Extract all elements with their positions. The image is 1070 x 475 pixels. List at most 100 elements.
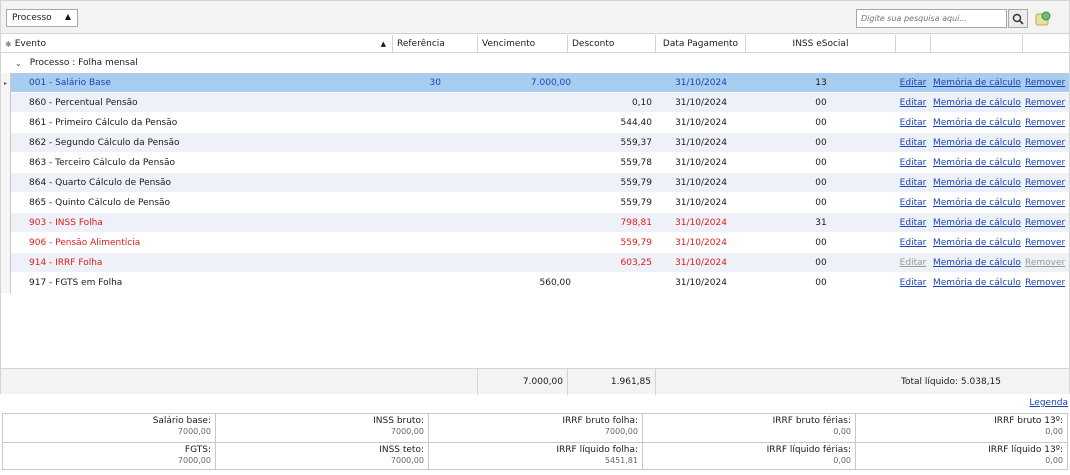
memoria-calculo-link[interactable]: Memória de cálculo	[933, 253, 1023, 273]
edit-link[interactable]: Editar	[898, 153, 928, 173]
edit-link[interactable]: Editar	[898, 253, 928, 273]
remove-link[interactable]: Remover	[1025, 233, 1069, 253]
table-row[interactable]: ▸ 001 - Salário Base 30 7.000,00 31/10/2024 1…	[1, 73, 1069, 93]
table-row[interactable]: 863 - Terceiro Cálculo da Pensão 559,78 31…	[1, 153, 1069, 173]
table-row[interactable]: 914 - IRRF Folha 603,25 31/10/2024 00 Editar…	[1, 253, 1069, 273]
chevron-down-icon[interactable]: ⌄	[15, 59, 22, 68]
cell-desconto: 559,79	[620, 198, 653, 208]
summary-label: IRRF bruto folha:	[562, 416, 638, 426]
total-vencimento-value: 7.000,00	[522, 377, 563, 387]
remove-link[interactable]: Remover	[1025, 93, 1069, 113]
summary-value: 0,00	[1045, 456, 1063, 465]
table-row[interactable]: 861 - Primeiro Cálculo da Pensão 544,40 31…	[1, 113, 1069, 133]
edit-link[interactable]: Editar	[898, 193, 928, 213]
memoria-calculo-link[interactable]: Memória de cálculo	[933, 213, 1023, 233]
cell-desconto: 603,25	[620, 258, 653, 268]
sort-asc-icon: ▲	[64, 12, 71, 21]
summary-value: 0,00	[1045, 427, 1063, 436]
cell-inss-esocial: 31	[815, 218, 827, 228]
table-row[interactable]: 862 - Segundo Cálculo da Pensão 559,37 31/…	[1, 133, 1069, 153]
summary-value: 7000,00	[390, 456, 424, 465]
summary-cell: Salário base: 7000,00	[3, 414, 216, 442]
column-chooser-icon: ✱	[5, 39, 12, 49]
edit-link[interactable]: Editar	[898, 273, 928, 293]
edit-link[interactable]: Editar	[898, 93, 928, 113]
remove-link[interactable]: Remover	[1025, 113, 1069, 133]
cell-desconto: 798,81	[620, 218, 653, 228]
cell-inss-esocial: 00	[815, 238, 827, 248]
edit-link[interactable]: Editar	[898, 173, 928, 193]
cell-data-pagamento: 31/10/2024	[675, 78, 727, 88]
remove-link[interactable]: Remover	[1025, 133, 1069, 153]
summary-value: 7000,00	[390, 427, 424, 436]
memoria-calculo-link[interactable]: Memória de cálculo	[933, 193, 1023, 213]
column-header-data-pagamento[interactable]: Data Pagamento	[656, 35, 746, 53]
cell-evento: 864 - Quarto Cálculo de Pensão	[29, 178, 172, 188]
memoria-calculo-link[interactable]: Memória de cálculo	[933, 273, 1023, 293]
cell-data-pagamento: 31/10/2024	[675, 138, 727, 148]
column-header-desconto[interactable]: Desconto	[568, 35, 656, 53]
summary-cell: IRRF líquido férias: 0,00	[643, 442, 856, 470]
cell-data-pagamento: 31/10/2024	[675, 178, 727, 188]
edit-link[interactable]: Editar	[898, 73, 928, 93]
table-row[interactable]: 860 - Percentual Pensão 0,10 31/10/2024 00 E…	[1, 93, 1069, 113]
cell-vencimento	[478, 213, 571, 233]
group-row-folha-mensal[interactable]: ⌄ Processo : Folha mensal	[1, 53, 1069, 73]
cell-vencimento	[478, 173, 571, 193]
clear-filter-button[interactable]	[1033, 9, 1053, 28]
group-by-chip-processo[interactable]: Processo ▲	[6, 9, 78, 27]
cell-vencimento	[478, 133, 571, 153]
search-input[interactable]	[857, 10, 1006, 27]
memoria-calculo-link[interactable]: Memória de cálculo	[933, 93, 1023, 113]
remove-link[interactable]: Remover	[1025, 153, 1069, 173]
memoria-calculo-link[interactable]: Memória de cálculo	[933, 73, 1023, 93]
cell-vencimento: 560,00	[539, 278, 572, 288]
summary-label: IRRF bruto férias:	[772, 416, 851, 426]
cell-evento: 906 - Pensão Alimentícia	[29, 238, 141, 248]
cell-referencia	[393, 153, 441, 173]
column-header-inss-esocial[interactable]: INSS eSocial	[746, 35, 896, 53]
cell-referencia	[393, 113, 441, 133]
remove-link[interactable]: Remover	[1025, 193, 1069, 213]
cell-vencimento: 7.000,00	[530, 78, 571, 88]
memoria-calculo-link[interactable]: Memória de cálculo	[933, 113, 1023, 133]
column-header-memory	[931, 35, 1023, 53]
column-header-referencia[interactable]: Referência	[393, 35, 478, 53]
table-row[interactable]: 906 - Pensão Alimentícia 559,79 31/10/2024…	[1, 233, 1069, 253]
cell-inss-esocial: 00	[815, 258, 827, 268]
column-header-vencimento[interactable]: Vencimento	[478, 35, 568, 53]
edit-link[interactable]: Editar	[898, 213, 928, 233]
summary-label: IRRF líquido folha:	[556, 445, 638, 455]
table-row[interactable]: 865 - Quinto Cálculo de Pensão 559,79 31/1…	[1, 193, 1069, 213]
edit-link[interactable]: Editar	[898, 133, 928, 153]
search-button[interactable]	[1008, 9, 1028, 28]
remove-link[interactable]: Remover	[1025, 273, 1069, 293]
table-row[interactable]: 903 - INSS Folha 798,81 31/10/2024 31 Editar…	[1, 213, 1069, 233]
remove-link[interactable]: Remover	[1025, 253, 1069, 273]
summary-panel: Salário base: 7000,00 INSS bruto: 7000,00 IR…	[2, 413, 1068, 470]
cell-inss-esocial: 00	[815, 198, 827, 208]
memoria-calculo-link[interactable]: Memória de cálculo	[933, 233, 1023, 253]
table-row[interactable]: 864 - Quarto Cálculo de Pensão 559,79 31/1…	[1, 173, 1069, 193]
summary-label: FGTS:	[184, 445, 211, 455]
legend-link[interactable]: Legenda	[1029, 398, 1068, 408]
memoria-calculo-link[interactable]: Memória de cálculo	[933, 153, 1023, 173]
memoria-calculo-link[interactable]: Memória de cálculo	[933, 133, 1023, 153]
edit-link[interactable]: Editar	[898, 113, 928, 133]
summary-cell: FGTS: 7000,00	[3, 442, 216, 470]
search-box[interactable]	[856, 9, 1007, 28]
summary-value: 5451,81	[604, 456, 638, 465]
table-row[interactable]: 917 - FGTS em Folha 560,00 31/10/2024 00 Edi…	[1, 273, 1069, 293]
edit-link[interactable]: Editar	[898, 233, 928, 253]
column-header-evento[interactable]: ✱ Evento ▲	[1, 35, 393, 53]
remove-link[interactable]: Remover	[1025, 213, 1069, 233]
cell-desconto: 0,10	[631, 98, 652, 108]
summary-label: INSS teto:	[379, 445, 424, 455]
cell-vencimento	[478, 93, 571, 113]
remove-link[interactable]: Remover	[1025, 73, 1069, 93]
remove-link[interactable]: Remover	[1025, 173, 1069, 193]
cell-data-pagamento: 31/10/2024	[675, 218, 727, 228]
sort-asc-icon: ▲	[380, 40, 386, 48]
cell-vencimento	[478, 113, 571, 133]
memoria-calculo-link[interactable]: Memória de cálculo	[933, 173, 1023, 193]
